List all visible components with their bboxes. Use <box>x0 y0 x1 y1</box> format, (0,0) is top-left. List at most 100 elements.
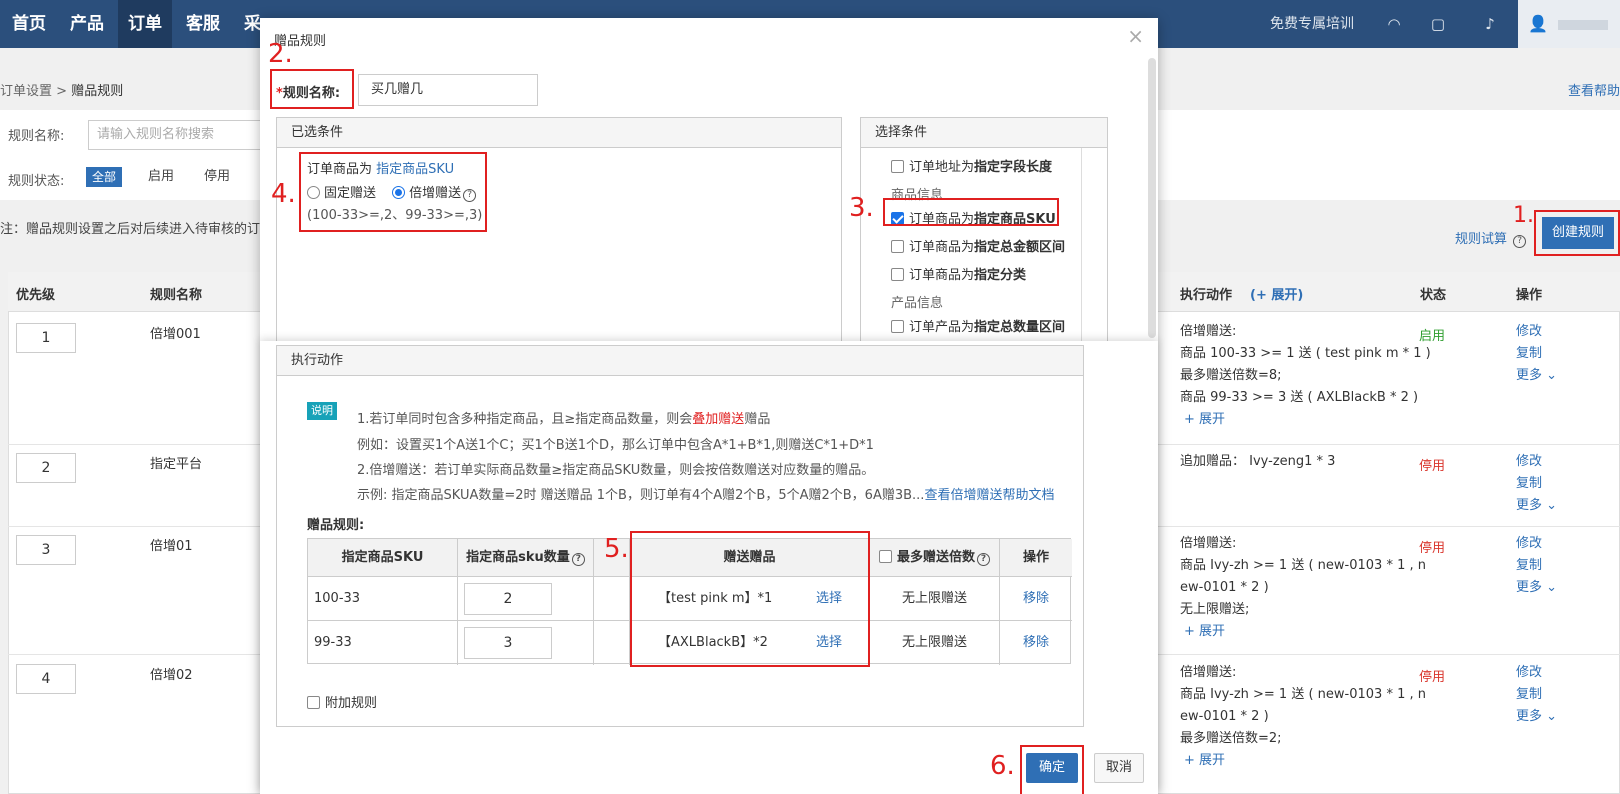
nav-service[interactable]: 客服 <box>176 0 230 48</box>
annotation-box-4 <box>299 152 487 232</box>
nav-products[interactable]: 产品 <box>60 0 114 48</box>
user-menu[interactable]: 👤 <box>1518 0 1620 48</box>
description-line-2: 例如：设置买1个A送1个C；买1个B送1个D，那么订单中包含A*1+B*1,则赠… <box>357 438 874 453</box>
help-icon[interactable]: ? <box>571 553 585 566</box>
status-tab-enabled[interactable]: 启用 <box>148 167 174 187</box>
condition-amount-range[interactable]: 订单商品为指定总金额区间 <box>891 236 1065 255</box>
rule-action: 追加赠品： Ivy-zeng1 * 3 <box>1180 451 1335 473</box>
nav-home[interactable]: 首页 <box>2 0 56 48</box>
rule-name-search-input[interactable]: 请输入规则名称搜索 <box>88 120 268 150</box>
checkbox[interactable] <box>878 550 892 563</box>
expand-link[interactable]: + 展开 <box>1180 750 1426 772</box>
rule-trial-label[interactable]: 规则试算 <box>1455 232 1507 247</box>
status-tab-all[interactable]: 全部 <box>86 167 123 187</box>
rule-note: 注：赠品规则设置之后对后续进入待审核的订单 <box>0 222 274 237</box>
description-line-3: 2.倍增赠送：若订单实际商品数量≥指定商品SKU数量，则会按倍数赠送对应数量的赠… <box>357 463 875 478</box>
book-icon[interactable]: ▢ <box>1428 14 1448 34</box>
priority-input[interactable]: 4 <box>16 664 76 694</box>
priority-input[interactable]: 3 <box>16 535 76 565</box>
status-tab-disabled[interactable]: 停用 <box>204 167 230 187</box>
description-tag: 说明 <box>307 402 337 420</box>
priority-input[interactable]: 1 <box>16 323 76 353</box>
choose-conditions-title: 选择条件 <box>861 118 1107 148</box>
th-max-label: 最多赠送倍数 <box>896 550 975 565</box>
checkbox[interactable] <box>307 696 320 709</box>
priority-input[interactable]: 2 <box>16 453 76 483</box>
condition-bold: 指定分类 <box>974 268 1027 283</box>
help-doc-link[interactable]: 查看倍增赠送帮助文档 <box>924 488 1054 503</box>
more-link[interactable]: 更多 ⌄ <box>1516 495 1557 517</box>
annotation-box-6 <box>1020 745 1084 794</box>
more-link[interactable]: 更多 ⌄ <box>1516 706 1557 728</box>
condition-prefix: 订单地址为 <box>909 160 975 175</box>
remove-link[interactable]: 移除 <box>1000 577 1072 621</box>
th-op: 操作 <box>1000 539 1072 577</box>
action-line: ew-0101 * 2 ) <box>1180 709 1269 724</box>
condition-category[interactable]: 订单商品为指定分类 <box>891 264 1026 283</box>
breadcrumb-separator: > <box>56 84 68 99</box>
checkbox[interactable] <box>891 240 904 253</box>
edit-link[interactable]: 修改 <box>1516 533 1557 555</box>
dialog-scrollbar[interactable] <box>1148 58 1156 338</box>
help-icon[interactable]: ? <box>1513 235 1527 248</box>
status-badge: 停用 <box>1419 541 1446 556</box>
remove-link[interactable]: 移除 <box>1000 621 1072 665</box>
selected-conditions-title: 已选条件 <box>277 118 841 148</box>
copy-link[interactable]: 复制 <box>1516 684 1557 706</box>
more-link[interactable]: 更多 ⌄ <box>1516 365 1557 387</box>
selected-conditions-panel: 已选条件 订单商品为 指定商品SKU 固定赠送 倍增赠送? (100-33>=,… <box>271 117 842 357</box>
nav-orders[interactable]: 订单 <box>118 0 172 48</box>
help-icon[interactable]: ? <box>977 553 990 566</box>
desc-highlight: 叠加赠送 <box>692 412 745 427</box>
sku-qty-input[interactable]: 3 <box>464 627 552 659</box>
copy-link[interactable]: 复制 <box>1516 473 1557 495</box>
condition-quantity-range[interactable]: 订单产品为指定总数量区间 <box>891 316 1065 335</box>
cancel-button[interactable]: 取消 <box>1094 753 1144 783</box>
annotation-number-4: 4. <box>271 179 296 209</box>
condition-address-length[interactable]: 订单地址为指定字段长度 <box>891 156 1052 175</box>
expand-link[interactable]: + 展开 <box>1180 621 1426 643</box>
training-link[interactable]: 免费专属培训 <box>1270 0 1354 48</box>
filter-status-label: 规则状态: <box>8 174 65 189</box>
copy-link[interactable]: 复制 <box>1516 555 1557 577</box>
edit-link[interactable]: 修改 <box>1516 662 1557 684</box>
description-line-1: 1.若订单同时包含多种指定商品，且≥指定商品数量，则会叠加赠送赠品 <box>357 408 770 427</box>
rule-name-input[interactable]: 买几赠几 <box>358 74 538 106</box>
th-priority: 优先级 <box>16 288 56 303</box>
checkbox[interactable] <box>891 268 904 281</box>
more-link[interactable]: 更多 ⌄ <box>1516 577 1557 599</box>
checkbox[interactable] <box>891 320 904 333</box>
rule-trial-link[interactable]: 规则试算 ? <box>1455 228 1527 248</box>
gift-spacer <box>594 577 630 621</box>
desc-text: 1.若订单同时包含多种指定商品，且≥指定商品数量，则会 <box>357 412 693 427</box>
help-link[interactable]: 查看帮助 <box>1568 80 1620 99</box>
headset-icon[interactable]: ◠ <box>1384 14 1404 34</box>
sku-qty-input[interactable]: 2 <box>464 583 552 615</box>
th-action-expand[interactable]: (+ 展开) <box>1250 284 1303 303</box>
action-line: 倍增赠送: <box>1180 536 1237 551</box>
description-line-4: 示例: 指定商品SKUA数量=2时 赠送赠品 1个B，则订单有4个A赠2个B，5… <box>357 484 1054 503</box>
th-rule-name: 规则名称 <box>150 288 203 303</box>
copy-link[interactable]: 复制 <box>1516 343 1557 365</box>
rule-action: 倍增赠送: 商品 100-33 >= 1 送 ( test pink m * 1… <box>1180 321 1431 431</box>
annotation-number-5: 5. <box>604 534 629 564</box>
gift-qty-cell: 3 <box>458 621 594 665</box>
gift-rules-label: 赠品规则: <box>307 518 365 533</box>
user-icon: 👤 <box>1528 14 1548 33</box>
breadcrumb-parent[interactable]: 订单设置 <box>0 84 52 99</box>
action-line: ew-0101 * 2 ) <box>1180 580 1269 595</box>
row-ops: 修改 复制 更多 ⌄ <box>1516 451 1557 517</box>
edit-link[interactable]: 修改 <box>1516 451 1557 473</box>
th-action: 执行动作 <box>1180 288 1233 303</box>
condition-bold: 指定总数量区间 <box>974 320 1066 335</box>
close-icon[interactable]: × <box>1127 24 1144 48</box>
edit-link[interactable]: 修改 <box>1516 321 1557 343</box>
extra-rule-option[interactable]: 附加规则 <box>307 692 377 711</box>
rule-name-label: *规则名称: <box>276 82 340 101</box>
condition-prefix: 订单商品为 <box>909 240 975 255</box>
expand-link[interactable]: + 展开 <box>1180 409 1431 431</box>
condition-prefix: 订单商品为 <box>909 268 975 283</box>
checkbox[interactable] <box>891 160 904 173</box>
bell-icon[interactable]: ♪ <box>1480 14 1500 34</box>
action-line: 最多赠送倍数=8; <box>1180 368 1282 383</box>
